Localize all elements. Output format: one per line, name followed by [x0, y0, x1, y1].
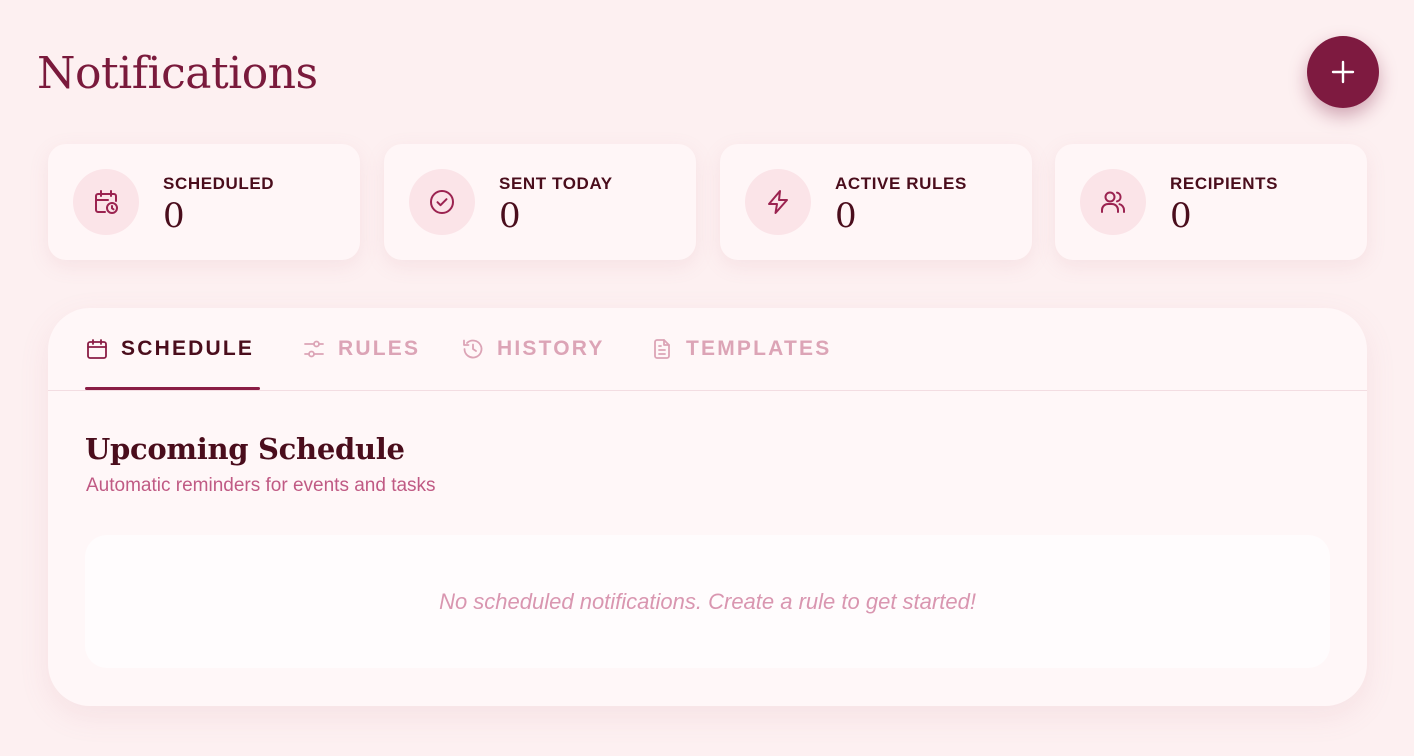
tab-label: RULES [338, 337, 421, 360]
stat-card-scheduled: SCHEDULED 0 [48, 144, 360, 260]
calendar-clock-icon [73, 169, 139, 235]
section-title: Upcoming Schedule [85, 432, 405, 466]
check-circle-icon [409, 169, 475, 235]
history-icon [461, 337, 485, 361]
stat-card-active-rules: ACTIVE RULES 0 [720, 144, 1032, 260]
section-subtitle: Automatic reminders for events and tasks [86, 475, 436, 496]
tab-schedule[interactable]: SCHEDULE [85, 308, 260, 390]
stat-label: RECIPIENTS [1170, 174, 1279, 193]
lightning-icon [745, 169, 811, 235]
tab-label: TEMPLATES [686, 337, 832, 360]
stat-value: 0 [835, 196, 857, 236]
sliders-icon [302, 337, 326, 361]
stat-label: SCHEDULED [163, 174, 275, 193]
plus-icon [1330, 59, 1356, 85]
stat-card-sent-today: SENT TODAY 0 [384, 144, 696, 260]
tab-rules[interactable]: RULES [302, 308, 420, 390]
empty-state: No scheduled notifications. Create a rul… [85, 535, 1330, 668]
stat-value: 0 [163, 196, 185, 236]
stat-card-recipients: RECIPIENTS 0 [1055, 144, 1367, 260]
tab-templates[interactable]: TEMPLATES [650, 308, 831, 390]
tab-bar: SCHEDULE RULES HISTORY TEMPLATES [48, 308, 1367, 391]
page-title: Notifications [37, 48, 318, 99]
stat-value: 0 [1170, 196, 1192, 236]
tab-label: HISTORY [497, 337, 605, 360]
tab-label: SCHEDULE [121, 337, 255, 360]
users-icon [1080, 169, 1146, 235]
add-notification-button[interactable] [1307, 36, 1379, 108]
document-icon [650, 337, 674, 361]
calendar-icon [85, 337, 109, 361]
stat-value: 0 [499, 196, 521, 236]
stat-label: ACTIVE RULES [835, 174, 967, 193]
tab-history[interactable]: HISTORY [461, 308, 605, 390]
stats-row: SCHEDULED 0 SENT TODAY 0 ACTIVE RULES 0 [48, 144, 1367, 260]
empty-state-message: No scheduled notifications. Create a rul… [439, 588, 976, 614]
stat-label: SENT TODAY [499, 174, 613, 193]
notifications-panel: SCHEDULE RULES HISTORY TEMPLATES Upcomin… [48, 308, 1367, 706]
